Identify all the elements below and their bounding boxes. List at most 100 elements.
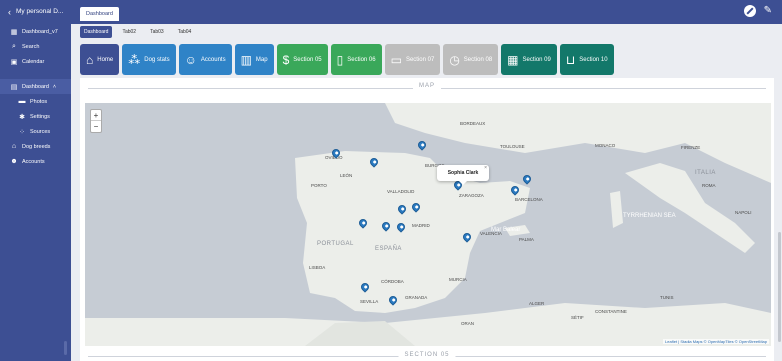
photos-icon: ▬ — [18, 98, 26, 105]
sidebar-item-calendar[interactable]: ▣ Calendar — [0, 54, 71, 69]
map-attribution[interactable]: Leaflet | Stadia Maps © OpenMapTiles © O… — [663, 339, 769, 344]
map-label: ALGER — [529, 301, 545, 306]
sidebar-item-accounts[interactable]: ☻ Accounts — [0, 154, 71, 169]
chevron-left-icon: ‹ — [8, 6, 11, 17]
sidebar-item-label: Search — [22, 43, 40, 50]
section-label: Section 07 — [405, 56, 435, 63]
users-icon: ☺ — [184, 52, 197, 67]
sub-tabs: Dashboard Tab02 Tab03 Tab04 — [80, 26, 195, 40]
calendar-icon: ▦ — [507, 52, 519, 67]
subtab-tab02[interactable]: Tab02 — [118, 26, 140, 38]
map-label: ROMA — [702, 183, 716, 188]
sidebar-item-search[interactable]: ⌕ Search — [0, 39, 71, 54]
sidebar-item-dog-breeds[interactable]: ⌂ Dog breeds — [0, 139, 71, 154]
search-icon: ⌕ — [12, 42, 16, 50]
subtab-dashboard[interactable]: Dashboard — [80, 26, 113, 38]
gear-icon: ✱ — [19, 113, 25, 121]
home-icon: ⌂ — [86, 52, 94, 67]
dashboard-icon: ▤ — [10, 83, 18, 91]
map-label: FIRENZE — [681, 145, 701, 150]
section-button-07[interactable]: ▭ Section 07 — [384, 44, 441, 75]
map-label: LISBOA — [309, 265, 326, 270]
grid-icon: ▦ — [10, 28, 18, 36]
block-icon[interactable] — [743, 5, 756, 17]
sidebar: ▦ Dashboard_v7 ⌕ Search ▣ Calendar ▤ Das… — [0, 24, 71, 361]
section-title-05: SECTION 05 — [398, 352, 456, 358]
section-label: Section 08 — [463, 56, 493, 63]
map[interactable]: + − PORTUGAL ESPAÑA LISBOA MADRID VALLAD… — [85, 103, 771, 346]
subtab-tab04[interactable]: Tab04 — [174, 26, 196, 38]
sidebar-item-label: Settings — [30, 113, 50, 120]
map-label: TYRRHENIAN SEA — [623, 213, 676, 219]
page-scrollbar[interactable] — [778, 232, 781, 342]
section-button-09[interactable]: ▦ Section 09 — [501, 44, 557, 75]
subtab-tab03[interactable]: Tab03 — [146, 26, 168, 38]
sidebar-item-dashboard-v7[interactable]: ▦ Dashboard_v7 — [0, 24, 71, 39]
section-button-accounts[interactable]: ☺ Accounts — [178, 44, 232, 75]
sidebar-item-sources[interactable]: ⁘ Sources — [0, 124, 71, 139]
sidebar-item-photos[interactable]: ▬ Photos — [0, 94, 71, 109]
map-icon: ▥ — [240, 52, 252, 67]
map-label: LEÓN — [340, 173, 353, 178]
map-label: MONACO — [595, 143, 616, 148]
sidebar-item-label: Calendar — [22, 58, 45, 65]
map-label: BORDEAUX — [460, 121, 486, 126]
sidebar-item-dashboard[interactable]: ▤ Dashboard ˄ — [0, 79, 71, 94]
back-label: My personal D... — [16, 8, 64, 15]
sidebar-scrollbar[interactable] — [64, 341, 67, 355]
sidebar-item-settings[interactable]: ✱ Settings — [0, 109, 71, 124]
close-icon[interactable]: × — [484, 160, 487, 176]
map-label: MADRID — [412, 223, 430, 228]
section-button-home[interactable]: ⌂ Home — [80, 44, 120, 75]
wrench-icon[interactable]: ✎ — [764, 5, 772, 17]
map-label: NAPOLI — [735, 210, 752, 215]
section-label: Section 05 — [293, 56, 322, 63]
tab-dashboard[interactable]: Dashboard — [80, 7, 119, 21]
section-label: Map — [255, 56, 268, 63]
map-label: VALLADOLID — [387, 189, 415, 194]
zoom-in-button[interactable]: + — [91, 110, 101, 121]
section-label: Accounts — [200, 56, 226, 63]
map-label: TOULOUSE — [500, 144, 525, 149]
sidebar-item-label: Photos — [30, 98, 48, 105]
map-label: PALMA — [519, 237, 534, 242]
section-label: Section 09 — [522, 56, 551, 63]
section-button-06[interactable]: ▯ Section 06 — [330, 44, 382, 75]
top-icons: ✎ — [743, 5, 772, 17]
section-buttons: ⌂ Home ⁂ Dog stats ☺ Accounts ▥ Map $ Se… — [80, 44, 614, 75]
section-button-05[interactable]: $ Section 05 — [276, 44, 328, 75]
section-button-dog-stats[interactable]: ⁂ Dog stats — [122, 44, 176, 75]
paw-icon: ⁂ — [128, 52, 141, 67]
map-label: BARCELONA — [515, 197, 543, 202]
map-label: Mar Balear — [491, 227, 521, 233]
dollar-icon: $ — [282, 52, 290, 67]
section-button-map[interactable]: ▥ Map — [234, 44, 274, 75]
map-label: PORTUGAL — [317, 241, 354, 247]
section-label: Home — [97, 56, 114, 63]
chevron-up-icon: ˄ — [52, 83, 57, 90]
zoom-out-button[interactable]: − — [91, 121, 101, 132]
section-label: Section 10 — [579, 56, 608, 63]
section-title-map: MAP — [412, 83, 442, 89]
top-bar: ‹ My personal D... Dashboard ✎ — [0, 0, 782, 24]
map-label: CÓRDOBA — [381, 279, 404, 284]
section-button-08[interactable]: ◷ Section 08 — [443, 44, 499, 75]
map-label: SÉTIF — [571, 315, 584, 320]
map-label: CONSTANTINE — [595, 309, 627, 314]
section-label: Section 06 — [347, 56, 376, 63]
back-button[interactable]: ‹ My personal D... — [8, 5, 78, 19]
content-panel: MAP + − PORTUGAL ESPAÑA LISBOA MADRID VA… — [80, 78, 774, 361]
map-label: GRANADA — [405, 295, 428, 300]
section-05-divider: SECTION 05 — [80, 352, 774, 361]
cart-icon: ⊔ — [565, 52, 576, 67]
sidebar-item-label: Sources — [30, 128, 51, 135]
dog-icon: ⌂ — [11, 143, 17, 150]
barcode-icon: ▯ — [336, 52, 344, 67]
section-button-10[interactable]: ⊔ Section 10 — [559, 44, 614, 75]
map-popup: Sophia Clark × — [437, 165, 489, 185]
clock-icon: ◷ — [449, 52, 460, 67]
map-label: ITALIA — [695, 170, 716, 176]
popup-name: Sophia Clark — [447, 170, 479, 176]
sources-icon: ⁘ — [19, 128, 25, 136]
chat-icon: ▭ — [390, 52, 402, 67]
